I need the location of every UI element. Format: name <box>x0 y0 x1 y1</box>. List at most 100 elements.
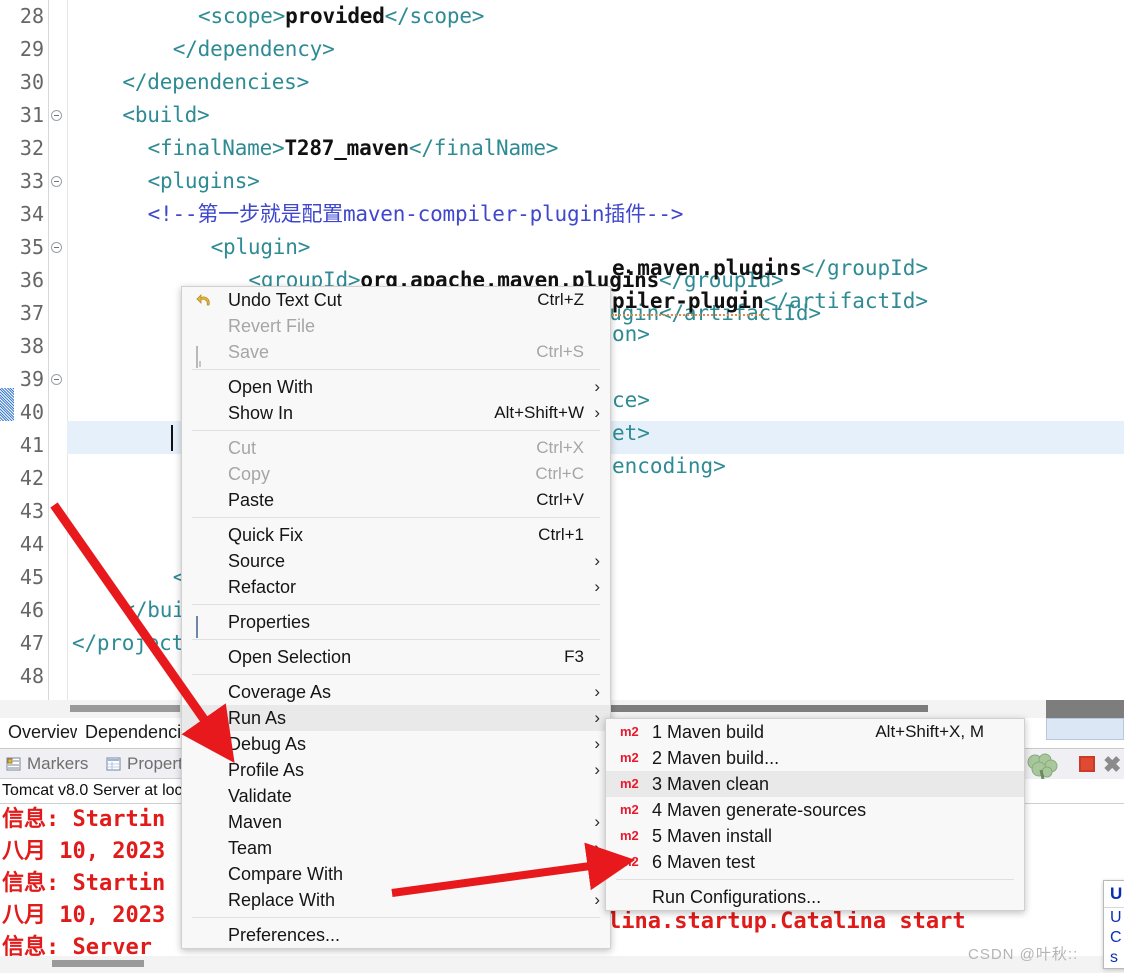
properties-view-icon <box>106 755 122 779</box>
menu-item-label: Open With <box>228 377 314 397</box>
panel-scroll-divider <box>1046 700 1124 718</box>
chevron-right-icon: › <box>594 734 600 753</box>
menu-item-run-as[interactable]: Run As › <box>182 705 610 731</box>
menu-item-undo-text-cut[interactable]: Undo Text Cut Ctrl+Z <box>182 287 610 313</box>
hover-popup-line-2: C <box>1110 929 1122 946</box>
submenu-item-2-maven-build[interactable]: m2 2 Maven build... <box>606 745 1024 771</box>
menu-item-cut: Cut Ctrl+X <box>182 435 610 461</box>
m2-icon: m2 <box>620 750 639 765</box>
line-number: 39 <box>19 367 44 391</box>
line-number: 37 <box>19 301 44 325</box>
menu-item-label: Replace With <box>228 890 336 910</box>
menu-item-preferences[interactable]: Preferences... <box>182 922 610 948</box>
submenu-item-label: 5 Maven install <box>652 826 773 846</box>
line-number: 30 <box>19 70 44 94</box>
line-number: 46 <box>19 598 44 622</box>
menu-item-label: Save <box>228 342 270 362</box>
code-fragment: et> <box>612 421 650 445</box>
submenu-item-1-maven-build[interactable]: m2 1 Maven build Alt+Shift+X, M <box>606 719 1024 745</box>
tab-markers[interactable]: Markers <box>6 752 88 776</box>
stop-icon[interactable] <box>1079 756 1095 772</box>
chevron-right-icon: › <box>594 812 600 831</box>
code-text: <plugin> <box>210 235 311 259</box>
code-line: 29 </dependency> <box>0 33 1124 66</box>
context-menu[interactable]: Undo Text Cut Ctrl+Z Revert File Save Ctrl+S… <box>181 286 611 949</box>
menu-item-compare-with[interactable]: Compare With › <box>182 861 610 887</box>
menu-item-paste[interactable]: Paste Ctrl+V <box>182 487 610 513</box>
menu-separator <box>192 517 600 518</box>
hover-popup: U U C s <box>1103 880 1124 969</box>
menu-item-quick-fix[interactable]: Quick Fix Ctrl+1 <box>182 522 610 548</box>
code-text: <scope>provided</scope> <box>198 4 485 28</box>
fold-toggle-icon[interactable] <box>51 110 62 121</box>
menu-item-label: Refactor <box>228 577 297 597</box>
menu-item-label: Source <box>228 551 286 571</box>
submenu-item-4-maven-generate-sources[interactable]: m2 4 Maven generate-sources <box>606 797 1024 823</box>
line-number: 36 <box>19 268 44 292</box>
menu-item-debug-as[interactable]: Debug As › <box>182 731 610 757</box>
submenu-item-label: 4 Maven generate-sources <box>652 800 867 820</box>
menu-item-copy: Copy Ctrl+C <box>182 461 610 487</box>
menu-item-shortcut: F3 <box>564 647 584 666</box>
fold-toggle-icon[interactable] <box>51 242 62 253</box>
console-hscrollbar[interactable] <box>0 956 1124 973</box>
code-line: 31 <build> <box>0 99 1124 132</box>
menu-separator <box>192 917 600 918</box>
submenu-item-3-maven-clean[interactable]: m2 3 Maven clean <box>606 771 1024 797</box>
console-toolbar[interactable]: ✖ » <box>1015 750 1124 781</box>
submenu-item-label: 6 Maven test <box>652 852 756 872</box>
menu-item-show-in[interactable]: Show In Alt+Shift+W › <box>182 400 610 426</box>
menu-item-source[interactable]: Source › <box>182 548 610 574</box>
menu-item-revert-file: Revert File <box>182 313 610 339</box>
code-text: <finalName>T287_maven</finalName> <box>147 136 559 160</box>
menu-item-label: Coverage As <box>228 682 332 702</box>
line-number: 45 <box>19 565 44 589</box>
code-fragment: on> <box>612 322 650 346</box>
tab-markers-label: Markers <box>27 754 89 773</box>
menu-item-open-with[interactable]: Open With › <box>182 374 610 400</box>
chevron-right-icon: › <box>594 682 600 701</box>
editor-hscrollbar-thumb[interactable] <box>70 705 180 712</box>
menu-item-open-selection[interactable]: Open Selection F3 <box>182 644 610 670</box>
menu-item-validate[interactable]: Validate <box>182 783 610 809</box>
submenu-item-5-maven-install[interactable]: m2 5 Maven install <box>606 823 1024 849</box>
chevron-right-icon: › <box>594 838 600 857</box>
fold-toggle-icon[interactable] <box>51 374 62 385</box>
menu-item-shortcut: Ctrl+V <box>536 490 584 509</box>
menu-separator <box>192 430 600 431</box>
menu-item-profile-as[interactable]: Profile As › <box>182 757 610 783</box>
hover-popup-line-1: U <box>1110 909 1122 926</box>
menu-item-team[interactable]: Team › <box>182 835 610 861</box>
menu-item-label: Revert File <box>228 316 316 336</box>
line-number: 28 <box>19 4 44 28</box>
console-hscrollbar-thumb[interactable] <box>52 960 144 967</box>
menu-item-maven[interactable]: Maven › <box>182 809 610 835</box>
line-number: 48 <box>19 664 44 688</box>
code-text: <!--第一步就是配置maven-compiler-plugin插件--> <box>147 202 684 226</box>
menu-item-properties[interactable]: Properties <box>182 609 610 638</box>
menu-item-save: Save Ctrl+S <box>182 339 610 368</box>
code-text: <plugins> <box>147 169 260 193</box>
menu-item-coverage-as[interactable]: Coverage As › <box>182 679 610 705</box>
markers-icon <box>6 755 22 779</box>
undo-icon <box>196 292 214 310</box>
menu-item-shortcut: Ctrl+C <box>535 464 584 483</box>
submenu-item-label: Run Configurations... <box>652 887 822 907</box>
menu-item-replace-with[interactable]: Replace With › <box>182 887 610 913</box>
line-number: 40 <box>19 400 44 424</box>
menu-item-refactor[interactable]: Refactor › <box>182 574 610 600</box>
hover-popup-line-3: s <box>1110 949 1118 966</box>
m2-icon: m2 <box>620 854 639 869</box>
menu-item-shortcut: Ctrl+Z <box>537 290 584 309</box>
menu-item-label: Team <box>228 838 273 858</box>
close-icon[interactable]: ✖ <box>1103 754 1121 776</box>
line-number: 41 <box>19 433 44 457</box>
m2-icon: m2 <box>620 776 639 791</box>
run-as-submenu[interactable]: m2 1 Maven build Alt+Shift+X, M m2 2 Maven b… <box>605 718 1025 911</box>
menu-item-label: Undo Text Cut <box>228 290 342 310</box>
submenu-item-run-configurations[interactable]: Run Configurations... <box>606 884 1024 910</box>
fold-toggle-icon[interactable] <box>51 176 62 187</box>
code-line: 35 <plugin> <box>0 231 1124 264</box>
console-tab-strip[interactable] <box>1046 718 1124 740</box>
submenu-item-6-maven-test[interactable]: m2 6 Maven test <box>606 849 1024 875</box>
